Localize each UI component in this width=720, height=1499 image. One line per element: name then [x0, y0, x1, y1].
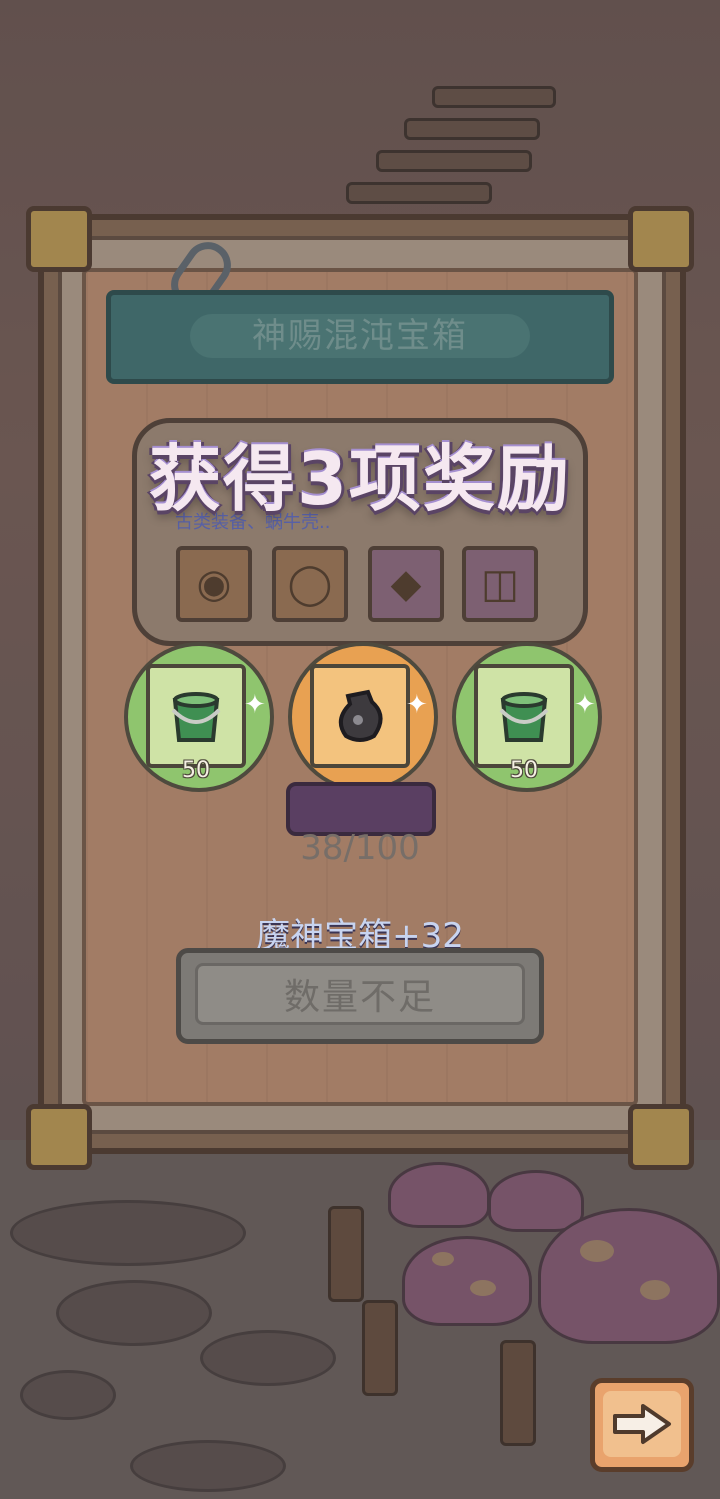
amulet-icon: ◆ — [390, 561, 422, 607]
next-button[interactable] — [590, 1378, 694, 1472]
open-chest-button[interactable]: 数量不足 — [176, 948, 544, 1044]
pool-item-slot[interactable]: ◆ — [368, 546, 444, 622]
reward-count-1: 50 — [182, 758, 210, 783]
green-bucket-icon — [171, 692, 221, 742]
reward-card-2 — [310, 664, 410, 768]
bucket-icon: ◫ — [481, 561, 519, 607]
reward-card-1 — [146, 664, 246, 768]
pool-item-slot[interactable]: ◫ — [462, 546, 538, 622]
next-button-face — [603, 1391, 681, 1457]
sparkle-icon: ✦ — [406, 690, 428, 720]
reward-card-3 — [474, 664, 574, 768]
right-arrow-icon — [613, 1404, 671, 1444]
reward-headline: 获得3项奖励 — [148, 437, 572, 521]
sparkle-icon: ✦ — [244, 690, 266, 720]
open-chest-button-label: 数量不足 — [195, 963, 525, 1025]
reward-count-3: 50 — [510, 758, 538, 783]
board-corner — [26, 206, 92, 272]
board-corner — [628, 1104, 694, 1170]
board-corner — [628, 206, 694, 272]
eye-gear-icon: ◉ — [196, 561, 232, 607]
board-corner — [26, 1104, 92, 1170]
panel-title: 神赐混沌宝箱 — [190, 314, 530, 358]
dark-pouch-icon — [338, 689, 383, 742]
chest-progress: 38/100 — [300, 828, 420, 868]
ring-icon: ◯ — [287, 561, 333, 607]
pool-item-slot[interactable]: ◯ — [272, 546, 348, 622]
sparkle-icon: ✦ — [574, 690, 596, 720]
green-bucket-icon — [499, 692, 549, 742]
pool-item-slot[interactable]: ◉ — [176, 546, 252, 622]
